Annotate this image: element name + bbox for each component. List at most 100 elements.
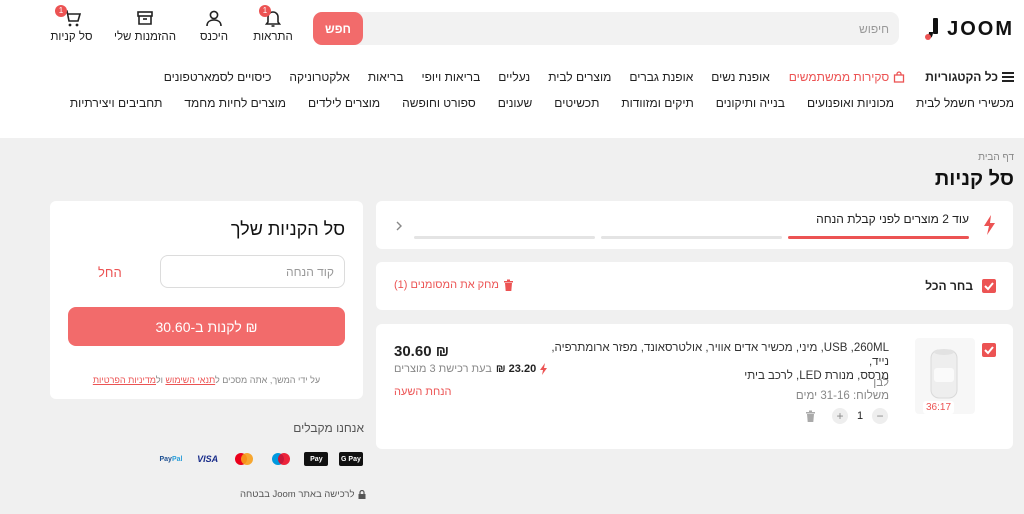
bulk-price-note: בעת רכישת 3 מוצרים <box>394 363 492 375</box>
lightning-icon <box>984 215 995 235</box>
cart-button[interactable]: 1 סל קניות <box>44 5 99 43</box>
product-title-line: USB ,260ML, מיני, מכשיר אדים אוויר, אולט… <box>551 342 889 368</box>
orders-label: ההזמנות שלי <box>113 31 177 43</box>
lightning-icon <box>540 363 548 375</box>
check-icon <box>984 282 994 291</box>
joom-logo-icon <box>925 16 941 42</box>
delete-selected-label: מחק את המסומנים (1) <box>394 279 499 291</box>
product-title[interactable]: USB ,260ML, מיני, מכשיר אדים אוויר, אולט… <box>529 341 889 383</box>
delete-selected-button[interactable]: מחק את המסומנים (1) <box>394 279 514 291</box>
progress-segment <box>788 236 969 239</box>
category-nav-row-1: כל הקטגוריות סקירות ממשתמשים אופנת נשים … <box>14 70 1014 84</box>
page-title: סל קניות <box>934 168 1014 190</box>
summary-title: סל הקניות שלך <box>230 219 345 239</box>
all-categories-label: כל הקטגוריות <box>925 70 998 84</box>
discount-progress-text: עוד 2 מוצרים לפני קבלת הנחה <box>816 212 969 226</box>
search-bar: חפש <box>313 12 899 45</box>
apple-pay-icon: Pay <box>304 452 329 466</box>
bulk-price: 23.20 ₪ בעת רכישת 3 מוצרים <box>394 363 548 375</box>
select-all-label: בחר הכל <box>925 279 973 293</box>
user-icon <box>206 10 222 27</box>
legal-notice: על ידי המשך, אתה מסכים לתנאי השימוש ולמד… <box>68 375 345 385</box>
checkout-button[interactable]: לקנות ב-30.60 ₪ <box>68 307 345 346</box>
cart-label: סל קניות <box>50 31 93 43</box>
discount-progress-card[interactable]: עוד 2 מוצרים לפני קבלת הנחה <box>376 201 1013 249</box>
product-title-line: מרסס, מנורת LED, לרכב ביתי <box>744 370 889 382</box>
logo-text: JOOM <box>947 17 1014 40</box>
header-actions: 1 סל קניות ההזמנות שלי היכנס 1 התראות <box>44 5 299 43</box>
search-input[interactable] <box>379 12 899 45</box>
cart-badge: 1 <box>55 5 67 17</box>
maestro-icon <box>268 450 294 468</box>
promo-code-input[interactable] <box>160 255 345 288</box>
category-link[interactable]: מוצרים לילדים <box>308 96 380 110</box>
visa-icon: VISA <box>197 454 219 464</box>
category-link[interactable]: בריאות ויופי <box>422 70 481 84</box>
decrease-quantity-button[interactable]: − <box>872 408 888 424</box>
cart-page: דף הבית סל קניות עוד 2 מוצרים לפני קבלת … <box>0 138 1024 514</box>
category-link[interactable]: בנייה ותיקונים <box>716 96 785 110</box>
category-link[interactable]: אלקטרוניקה <box>289 70 349 84</box>
category-link[interactable]: שעונים <box>498 96 533 110</box>
hourly-discount-label: הנחת השעה <box>394 386 452 398</box>
shipping-time: משלוח: 31-16 ימים <box>795 390 889 402</box>
apply-promo-button[interactable]: החל <box>98 265 122 280</box>
mastercard-icon <box>231 450 257 468</box>
quantity-value: 1 <box>856 410 864 422</box>
box-icon <box>137 11 153 25</box>
category-link[interactable]: כיסויים לסמארטפונים <box>164 70 272 84</box>
category-link[interactable]: מכוניות ואופנועים <box>807 96 894 110</box>
menu-icon <box>1002 72 1014 82</box>
quantity-stepper: − 1 + <box>805 408 888 424</box>
discount-progress-bar <box>414 236 969 239</box>
select-all-card: בחר הכל מחק את המסומנים (1) <box>376 262 1013 310</box>
orders-button[interactable]: ההזמנות שלי <box>105 8 185 43</box>
legal-prefix: על ידי המשך, אתה מסכים ל <box>215 375 321 385</box>
category-link[interactable]: נעליים <box>498 70 530 84</box>
category-link[interactable]: תחביבים ויצירתיות <box>70 96 163 110</box>
terms-link[interactable]: תנאי השימוש <box>165 375 215 385</box>
cart-item: 36:17 USB ,260ML, מיני, מכשיר אדים אוויר… <box>376 324 1013 449</box>
google-pay-icon: G Pay <box>338 452 363 466</box>
user-reviews-label: סקירות ממשתמשים <box>788 70 890 84</box>
trash-icon <box>503 279 513 291</box>
paypal-icon: Pay Pal <box>159 455 183 463</box>
all-categories-button[interactable]: כל הקטגוריות <box>925 70 1014 84</box>
category-link[interactable]: מוצרים לבית <box>548 70 611 84</box>
header: JOOM חפש 1 סל קניות ההזמנות שלי היכנס 1 … <box>0 0 1024 138</box>
secure-purchase-note: לרכישה באתר Joom בבטחה <box>240 489 366 500</box>
category-link[interactable]: מוצרים לחיות מחמד <box>184 96 286 110</box>
select-all-checkbox[interactable] <box>982 279 996 293</box>
increase-quantity-button[interactable]: + <box>832 408 848 424</box>
product-color: לבן <box>873 377 889 389</box>
login-button[interactable]: היכנס <box>189 8 239 43</box>
item-checkbox[interactable] <box>982 343 996 357</box>
category-link[interactable]: אופנת גברים <box>629 70 693 84</box>
payment-methods-title: אנחנו מקבלים <box>293 421 364 435</box>
category-link[interactable]: תיקים ומזוודות <box>621 96 693 110</box>
category-link[interactable]: מכשירי חשמל לבית <box>916 96 1014 110</box>
chevron-right-icon[interactable] <box>396 221 402 231</box>
privacy-link[interactable]: מדיניות הפרטיות <box>93 375 156 385</box>
deal-timer: 36:17 <box>923 401 955 414</box>
category-user-reviews[interactable]: סקירות ממשתמשים <box>789 70 906 84</box>
bulk-price-value: 23.20 ₪ <box>495 363 537 375</box>
notifications-badge: 1 <box>259 5 271 17</box>
product-image[interactable]: 36:17 <box>915 338 975 414</box>
cart-summary: סל הקניות שלך החל לקנות ב-30.60 ₪ על ידי… <box>50 201 363 399</box>
progress-segment <box>601 236 782 239</box>
category-nav-row-2: מכשירי חשמל לבית מכוניות ואופנועים בנייה… <box>14 96 1014 110</box>
category-link[interactable]: ספורט וחופשה <box>402 96 476 110</box>
bag-icon <box>894 71 905 83</box>
notifications-button[interactable]: 1 התראות <box>247 5 299 43</box>
breadcrumb[interactable]: דף הבית <box>978 152 1014 163</box>
category-link[interactable]: תכשיטים <box>554 96 599 110</box>
category-link[interactable]: בריאות <box>368 70 404 84</box>
category-link[interactable]: אופנת נשים <box>711 70 769 84</box>
payment-methods: Pay Pal VISA Pay G Pay <box>158 450 363 468</box>
joom-logo[interactable]: JOOM <box>925 16 1014 42</box>
progress-segment <box>414 236 595 239</box>
trash-icon[interactable] <box>805 410 816 422</box>
search-button[interactable]: חפש <box>313 12 363 45</box>
item-price: 30.60 ₪ <box>394 343 449 360</box>
